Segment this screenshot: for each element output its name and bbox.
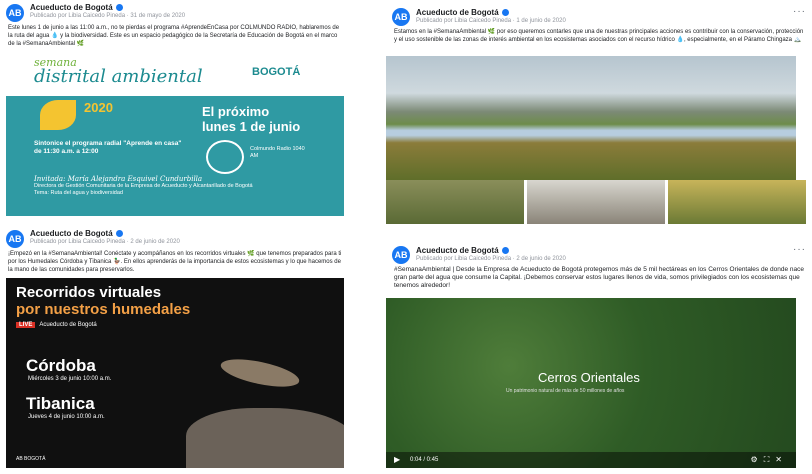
play-icon[interactable]: ▶: [394, 455, 400, 464]
image-header: semana distrital ambiental BOGOTÁ: [6, 52, 344, 96]
image-headline: El próximo lunes 1 de junio: [202, 104, 301, 134]
post-text: Este lunes 1 de junio a las 11:00 a.m., …: [8, 25, 340, 47]
city-tibanica: Tibanica: [26, 394, 95, 413]
image-emisora: Colmundo Radio 1040 AM: [250, 146, 305, 159]
page-name[interactable]: Acueducto de Bogotá: [30, 229, 123, 238]
post-image-paramo[interactable]: [386, 56, 796, 180]
image-year: 2020: [84, 100, 113, 115]
date-tibanica: Jueves 4 de junio 10:00 a.m.: [28, 414, 105, 420]
live-badge: LIVE Acueducto de Bogotá: [16, 322, 97, 328]
verified-icon: [501, 9, 509, 17]
rock-graphic: [186, 408, 344, 468]
video-controls: ▶ 0:04 / 0:45 ⚙⛶✕: [386, 452, 796, 468]
post-text: ¡Empezó en la #SemanaAmbiental! Conéctat…: [8, 251, 342, 273]
verified-icon: [501, 247, 509, 255]
city-cordoba: Córdoba: [26, 356, 96, 375]
post-video[interactable]: Cerros Orientales Un patrimonio natural …: [386, 298, 796, 468]
bird-graphic: [218, 353, 302, 393]
post-header: AB Acueducto de Bogotá Publicado por Lib…: [386, 238, 812, 266]
page-avatar[interactable]: AB: [6, 230, 24, 248]
page-avatar[interactable]: AB: [392, 8, 410, 26]
bogota-logo: BOGOTÁ: [252, 66, 301, 78]
post-header: AB Acueducto de Bogotá Publicado por Lib…: [0, 0, 350, 24]
post-meta: Publicado por Libia Caicedo Pineda · 2 d…: [30, 239, 180, 245]
page-name[interactable]: Acueducto de Bogotá: [30, 3, 123, 12]
aprende-en-casa-logo: [206, 140, 244, 174]
video-time: 0:04 / 0:45: [410, 457, 439, 463]
video-subtitle: Un patrimonio natural de más de 50 millo…: [506, 388, 625, 394]
more-options-icon[interactable]: ···: [793, 6, 806, 17]
post-text: Estamos en la #SemanaAmbiental 🌿 por eso…: [394, 29, 804, 43]
post-header: AB Acueducto de Bogotá Publicado por Lib…: [386, 0, 812, 28]
post-2: AB Acueducto de Bogotá Publicado por Lib…: [386, 0, 812, 228]
more-options-icon[interactable]: ···: [793, 244, 806, 255]
post-meta: Publicado por Libia Caicedo Pineda · 31 …: [30, 13, 186, 19]
post-image-thumb-1[interactable]: [386, 180, 524, 224]
page-name[interactable]: Acueducto de Bogotá: [416, 8, 509, 17]
sponsor-logos: AB BOGOTÁ: [16, 456, 46, 462]
video-title: Cerros Orientales: [538, 370, 640, 385]
post-1: AB Acueducto de Bogotá Publicado por Lib…: [0, 0, 350, 222]
image-sintonice: Sintonice el programa radial "Aprende en…: [34, 140, 182, 155]
post-meta: Publicado por Libia Caicedo Pineda · 1 d…: [416, 18, 566, 24]
post-image[interactable]: semana distrital ambiental BOGOTÁ 2020 E…: [6, 52, 344, 216]
leaf-graphic: [40, 100, 76, 130]
video-control-icons[interactable]: ⚙⛶✕: [751, 455, 788, 465]
verified-icon: [115, 4, 123, 12]
page-avatar[interactable]: AB: [392, 246, 410, 264]
image-distrital: distrital ambiental: [34, 66, 203, 87]
image-invitada: Invitada: María Alejandra Esquivel Cundu…: [34, 175, 253, 197]
page-name[interactable]: Acueducto de Bogotá: [416, 246, 509, 255]
post-text: #SemanaAmbiental | Desde la Empresa de A…: [394, 266, 804, 289]
post-4: AB Acueducto de Bogotá Publicado por Lib…: [386, 238, 812, 474]
page-avatar[interactable]: AB: [6, 4, 24, 22]
post-meta: Publicado por Libia Caicedo Pineda · 2 d…: [416, 256, 566, 262]
post-image[interactable]: Recorridos virtuales por nuestros humedal…: [6, 278, 344, 468]
image-title: Recorridos virtuales por nuestros humedal…: [16, 284, 191, 318]
post-header: AB Acueducto de Bogotá Publicado por Lib…: [0, 226, 350, 250]
post-3: AB Acueducto de Bogotá Publicado por Lib…: [0, 226, 350, 474]
post-image-thumb-3[interactable]: [668, 180, 806, 224]
date-cordoba: Miércoles 3 de junio 10:00 a.m.: [28, 376, 112, 382]
post-image-thumb-2[interactable]: [527, 180, 665, 224]
verified-icon: [115, 230, 123, 238]
